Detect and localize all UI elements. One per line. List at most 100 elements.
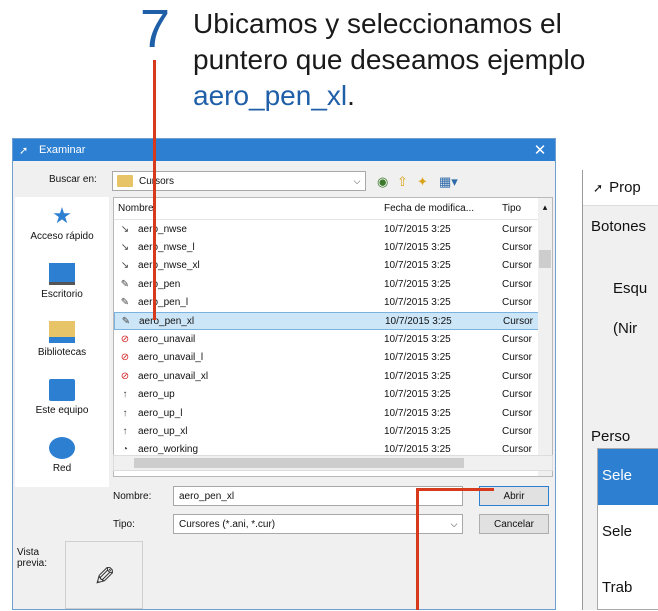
scroll-up-icon[interactable]: ▴ [538, 202, 552, 213]
file-row[interactable]: ✎ aero_pen 10/7/2015 3:25 Cursor [114, 275, 552, 293]
lookin-combo[interactable]: Cursors ⌵ [112, 171, 366, 191]
pen-cursor-icon: ✎ [88, 564, 119, 587]
dialog-title: Examinar [39, 144, 86, 156]
callout-line-open-horizontal [416, 488, 494, 491]
tab-buttons[interactable]: Botones [591, 218, 646, 235]
back-icon[interactable]: ◉ [377, 175, 388, 188]
filetype-label: Tipo: [113, 519, 135, 530]
callout-line-open [416, 488, 419, 610]
place-libraries[interactable]: Bibliotecas [15, 313, 109, 371]
lookin-bar: Buscar en: Cursors ⌵ ◉ ⇧ ✦ ▦▾ [13, 169, 555, 193]
view-menu-icon[interactable]: ▦▾ [439, 175, 458, 188]
chevron-down-icon: ⌵ [450, 518, 458, 529]
new-folder-icon[interactable]: ✦ [417, 175, 428, 188]
column-date[interactable]: Fecha de modifica... [378, 203, 496, 214]
file-date: 10/7/2015 3:25 [384, 334, 451, 346]
cursor-file-icon: ◔ [121, 444, 129, 456]
file-row[interactable]: ↘ aero_nwse_xl 10/7/2015 3:25 Cursor [114, 257, 552, 275]
up-folder-icon[interactable]: ⇧ [397, 175, 408, 188]
dialog-titlebar: ➚ Examinar ✕ [13, 139, 555, 161]
desktop-icon [49, 263, 75, 285]
file-name: aero_pen_l [138, 297, 189, 309]
file-name: aero_up [138, 389, 175, 401]
file-row[interactable]: ↑ aero_up_xl 10/7/2015 3:25 Cursor [114, 422, 552, 440]
file-type: Cursor [502, 444, 533, 456]
file-type: Cursor [502, 223, 533, 235]
file-name-cell: ◔ aero_working [114, 444, 378, 455]
cancel-button[interactable]: Cancelar [479, 514, 549, 534]
file-name-cell: ↑ aero_up_l [114, 408, 378, 419]
scroll-thumb[interactable] [134, 458, 464, 468]
place-network[interactable]: Red [15, 429, 109, 487]
file-row[interactable]: ↑ aero_up 10/7/2015 3:25 Cursor [114, 386, 552, 404]
file-date: 10/7/2015 3:25 [384, 260, 451, 272]
properties-titlebar: ➚ Prop [583, 170, 658, 206]
callout-line-vertical [153, 60, 156, 320]
scroll-thumb[interactable] [539, 250, 551, 268]
file-date: 10/7/2015 3:25 [384, 444, 451, 456]
file-name: aero_unavail_xl [138, 370, 209, 382]
file-name: aero_up_l [138, 407, 183, 419]
place-label: Este equipo [35, 405, 89, 416]
filetype-value: Cursores (*.ani, *.cur) [179, 518, 276, 530]
cursor-file-icon: ↘ [120, 260, 130, 272]
cursor-list[interactable]: Sele Sele Trab [597, 448, 658, 610]
file-name-cell: ⊘ aero_unavail_xl [114, 371, 378, 382]
file-row[interactable]: ↘ aero_nwse_l 10/7/2015 3:25 Cursor [114, 238, 552, 256]
mouse-properties-window: ➚ Prop Botones Esqu (Nir Perso Sele Sele… [582, 170, 658, 610]
file-row[interactable]: ✎ aero_pen_xl 10/7/2015 3:25 Cursor [114, 311, 552, 331]
vertical-scrollbar[interactable]: ▴ [538, 198, 552, 476]
place-label: Red [52, 463, 72, 474]
file-row[interactable]: ↑ aero_up_l 10/7/2015 3:25 Cursor [114, 404, 552, 422]
file-date: 10/7/2015 3:25 [384, 297, 451, 309]
place-quick-access[interactable]: ★ Acceso rápido [15, 197, 109, 255]
file-type: Cursor [502, 407, 533, 419]
star-icon: ★ [52, 203, 72, 228]
cursor-list-item[interactable]: Sele [598, 505, 658, 561]
cursor-file-icon: ⊘ [120, 334, 130, 346]
cursor-list-item[interactable]: Sele [598, 449, 658, 505]
file-row[interactable]: ↘ aero_nwse 10/7/2015 3:25 Cursor [114, 220, 552, 238]
file-type: Cursor [502, 352, 533, 364]
file-name-cell: ⊘ aero_unavail [114, 334, 378, 345]
cursor-file-icon: ✎ [120, 297, 130, 309]
pointer-icon: ➚ [593, 180, 604, 195]
folder-icon [117, 175, 133, 187]
lookin-label: Buscar en: [49, 174, 97, 185]
file-date: 10/7/2015 3:25 [384, 242, 451, 254]
place-desktop[interactable]: Escritorio [15, 255, 109, 313]
place-this-pc[interactable]: Este equipo [15, 371, 109, 429]
file-date: 10/7/2015 3:25 [384, 278, 451, 290]
instruction-line1: Ubicamos y seleccionamos el [193, 8, 562, 39]
file-row[interactable]: ⊘ aero_unavail 10/7/2015 3:25 Cursor [114, 330, 552, 348]
instruction-text: Ubicamos y seleccionamos el puntero que … [193, 6, 658, 114]
file-name: aero_working [138, 444, 199, 456]
horizontal-scrollbar[interactable] [113, 455, 553, 471]
file-type: Cursor [502, 370, 533, 382]
instruction-line2: puntero que deseamos ejemplo [193, 44, 586, 75]
cursor-file-icon: ↘ [120, 223, 130, 235]
cursor-file-icon: ↑ [122, 407, 128, 419]
cursor-file-icon: ↑ [122, 425, 128, 437]
instruction-highlight: aero_pen_xl [193, 80, 348, 111]
computer-icon [49, 379, 75, 401]
cursor-list-item[interactable]: Trab [598, 561, 658, 611]
file-row[interactable]: ⊘ aero_unavail_l 10/7/2015 3:25 Cursor [114, 349, 552, 367]
file-name-cell: ⊘ aero_unavail_l [114, 352, 378, 363]
file-name: aero_nwse_l [138, 242, 195, 254]
file-row[interactable]: ⊘ aero_unavail_xl 10/7/2015 3:25 Cursor [114, 367, 552, 385]
cursor-file-icon: ⊘ [120, 352, 130, 364]
file-date: 10/7/2015 3:25 [384, 425, 451, 437]
filetype-select[interactable]: Cursores (*.ani, *.cur) ⌵ [173, 514, 463, 534]
step-number: 7 [140, 0, 171, 59]
column-type[interactable]: Tipo [496, 203, 540, 214]
file-row[interactable]: ✎ aero_pen_l 10/7/2015 3:25 Cursor [114, 294, 552, 312]
chevron-down-icon: ⌵ [353, 175, 361, 186]
file-type: Cursor [502, 297, 533, 309]
close-icon[interactable]: ✕ [525, 141, 555, 159]
file-type: Cursor [502, 389, 533, 401]
file-date: 10/7/2015 3:25 [384, 370, 451, 382]
file-list[interactable]: Nombre Fecha de modifica... Tipo ↘ aero_n… [113, 197, 553, 477]
scheme-select[interactable]: (Nir [613, 320, 637, 337]
places-bar: ★ Acceso rápido Escritorio Bibliotecas E… [15, 197, 109, 487]
